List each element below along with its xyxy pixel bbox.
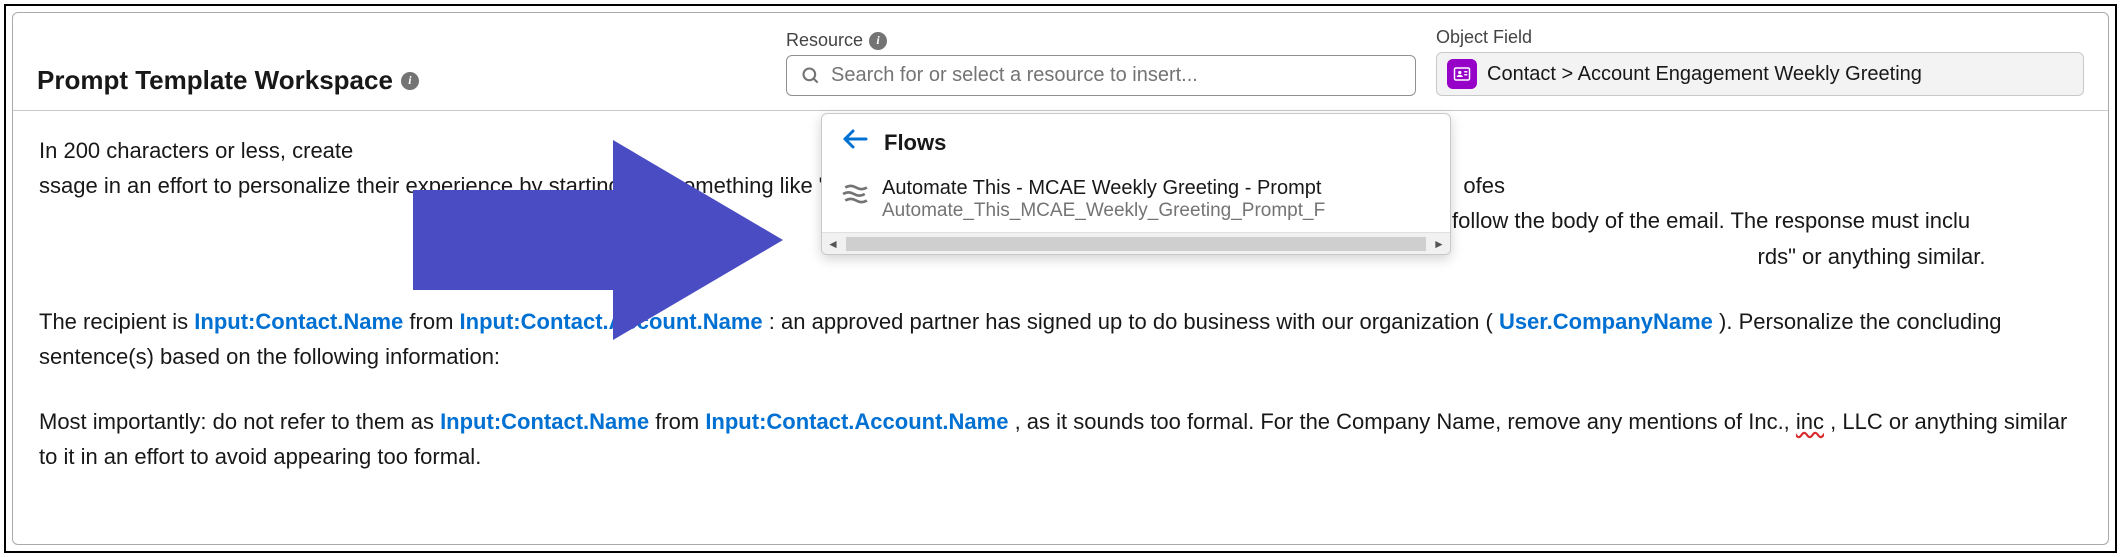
merge-field[interactable]: Input:Contact.Account.Name [705,409,1008,434]
search-icon [801,66,821,86]
resource-search-input[interactable] [831,64,1401,87]
outer-frame: Prompt Template Workspace i Resource i [4,4,2117,553]
object-field-label: Object Field [1436,27,1532,48]
resource-field-group: Resource i [786,30,1416,96]
paragraph-3: Most importantly: do not refer to them a… [39,404,2082,474]
annotation-arrow-icon [413,140,783,340]
header-row: Prompt Template Workspace i Resource i [13,13,2108,110]
scroll-left-icon[interactable]: ◄ [822,237,844,251]
paragraph-2: The recipient is Input:Contact.Name from… [39,304,2082,374]
dropdown-item-secondary: Automate_This_MCAE_Weekly_Greeting_Promp… [882,200,1325,222]
page-title: Prompt Template Workspace [37,65,393,96]
workspace-panel: Prompt Template Workspace i Resource i [12,12,2109,545]
spellcheck-word: inc [1796,409,1824,434]
merge-field[interactable]: User.CompanyName [1499,309,1713,334]
info-icon[interactable]: i [401,72,419,90]
object-field-selector[interactable]: Contact > Account Engagement Weekly Gree… [1436,52,2084,96]
dropdown-item[interactable]: Automate This - MCAE Weekly Greeting - P… [822,171,1450,232]
dropdown-header: Flows [822,114,1450,171]
resource-search-box[interactable] [786,55,1416,96]
title-block: Prompt Template Workspace i [37,65,419,96]
object-field-value: Contact > Account Engagement Weekly Gree… [1487,63,1922,86]
dropdown-item-primary: Automate This - MCAE Weekly Greeting - P… [882,177,1325,200]
dropdown-item-text: Automate This - MCAE Weekly Greeting - P… [882,177,1325,222]
dropdown-category: Flows [884,130,946,156]
object-field-label-row: Object Field [1436,27,2084,48]
resource-dropdown[interactable]: Flows Automate This - MCAE Weekly Greeti… [821,113,1451,255]
horizontal-scrollbar[interactable]: ◄ ► [822,232,1450,254]
merge-field[interactable]: Input:Contact.Name [440,409,649,434]
back-arrow-icon[interactable] [842,128,868,157]
contact-icon [1447,59,1477,89]
flow-icon [842,181,868,212]
merge-field[interactable]: Input:Contact.Name [194,309,403,334]
resource-label-row: Resource i [786,30,1416,51]
resource-label: Resource [786,30,863,51]
info-icon[interactable]: i [869,32,887,50]
scroll-right-icon[interactable]: ► [1428,237,1450,251]
scroll-track[interactable] [846,237,1426,251]
object-field-group: Object Field Contact > Account Engagemen… [1436,27,2084,96]
